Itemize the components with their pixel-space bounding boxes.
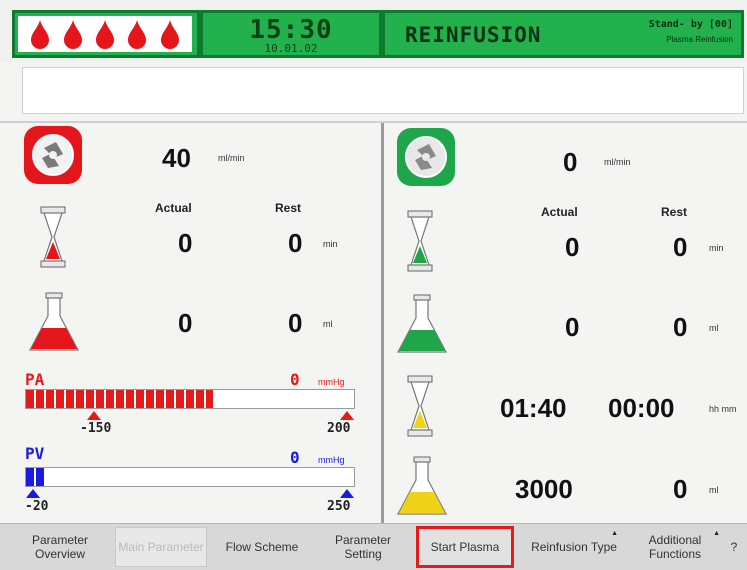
- plasma-time-rest: 0: [673, 232, 688, 262]
- col-actual: Actual: [155, 201, 192, 215]
- clock-panel: 15:30 10.01.02: [200, 10, 382, 58]
- pv-min-marker-icon: [26, 489, 40, 498]
- pa-pressure-bar: [25, 389, 355, 409]
- flask-icon: [397, 294, 447, 353]
- divider: [381, 123, 384, 523]
- bag-volume-actual: 3000: [515, 474, 573, 504]
- plasma-volume-actual: 0: [565, 312, 580, 342]
- blood-drop-icon: [31, 20, 50, 49]
- blood-drop-icon: [160, 20, 179, 49]
- mode-panel: REINFUSION Stand- by [00] Plasma Reinfus…: [382, 10, 744, 58]
- treatment-time-rest: 00:00: [608, 393, 675, 423]
- blood-drop-icon: [128, 20, 147, 49]
- mode-title: REINFUSION: [405, 23, 542, 47]
- clock-time: 15:30: [249, 15, 333, 45]
- pv-max: 250: [327, 499, 351, 514]
- plasma-pump-icon[interactable]: [397, 128, 455, 186]
- plasma-time-unit: min: [709, 243, 724, 253]
- col-actual: Actual: [541, 205, 578, 219]
- treatment-time-unit: hh mm: [709, 404, 737, 414]
- pv-value: 0: [290, 448, 300, 467]
- status-text: Stand- by [00]: [648, 19, 733, 30]
- submenu-arrow-icon: ▲: [611, 530, 618, 537]
- pv-max-marker-icon: [340, 489, 354, 498]
- menu-main-parameter[interactable]: Main Parameter: [115, 527, 207, 567]
- pv-pressure-bar: [25, 467, 355, 487]
- clock-date: 10.01.02: [264, 42, 318, 55]
- plasma-time-actual: 0: [565, 232, 580, 262]
- pv-unit: mmHg: [318, 455, 345, 465]
- blood-time-rest: 0: [288, 228, 303, 258]
- blood-drop-icon: [63, 20, 82, 49]
- plasma-pump-unit: ml/min: [604, 157, 631, 167]
- pa-max: 200: [327, 421, 351, 436]
- pv-min: -20: [25, 499, 49, 514]
- blood-drops: [18, 16, 192, 52]
- status-subtext: Plasma Reinfusion: [666, 35, 733, 44]
- bag-volume-unit: ml: [709, 485, 719, 495]
- pa-min: -150: [80, 421, 112, 436]
- col-rest: Rest: [275, 201, 302, 215]
- menu-additional-functions-label: Additional Functions: [648, 533, 702, 561]
- pv-label: PV: [25, 444, 45, 463]
- pv-bar-fill: [26, 468, 46, 486]
- pa-bar-fill: [26, 390, 213, 408]
- pa-min-marker-icon: [87, 411, 101, 420]
- pa-value: 0: [290, 370, 300, 389]
- submenu-arrow-icon: ▲: [713, 530, 720, 537]
- menu-flow-scheme[interactable]: Flow Scheme: [216, 527, 308, 567]
- blood-pump-icon[interactable]: [24, 126, 82, 184]
- blood-volume-unit: ml: [323, 319, 333, 329]
- flask-icon: [29, 292, 79, 351]
- blood-volume-actual: 0: [178, 308, 193, 338]
- blood-time-unit: min: [323, 239, 338, 249]
- hourglass-icon: [407, 375, 433, 437]
- hourglass-icon: [407, 210, 433, 272]
- treatment-time-actual: 01:40: [500, 393, 567, 423]
- pa-unit: mmHg: [318, 377, 345, 387]
- menu-reinfusion-type-label: Reinfusion Type: [531, 540, 617, 554]
- pa-max-marker-icon: [340, 411, 354, 420]
- help-button[interactable]: ?: [724, 527, 744, 567]
- pa-label: PA: [25, 370, 45, 389]
- blood-drop-icon: [95, 20, 114, 49]
- menu-parameter-overview[interactable]: Parameter Overview: [14, 527, 106, 567]
- plasma-volume-unit: ml: [709, 323, 719, 333]
- menu-additional-functions[interactable]: Additional Functions ▲: [628, 527, 722, 567]
- message-area: [22, 67, 744, 114]
- blood-pump-unit: ml/min: [218, 153, 245, 163]
- plasma-pump-rate: 0: [563, 147, 578, 177]
- col-rest: Rest: [661, 205, 688, 219]
- hourglass-icon: [40, 206, 66, 268]
- blood-pump-rate: 40: [162, 143, 191, 173]
- blood-time-actual: 0: [178, 228, 193, 258]
- menu-reinfusion-type[interactable]: Reinfusion Type ▲: [528, 527, 620, 567]
- menu-parameter-setting[interactable]: Parameter Setting: [317, 527, 409, 567]
- divider: [0, 121, 747, 123]
- plasma-volume-rest: 0: [673, 312, 688, 342]
- bag-volume-rest: 0: [673, 474, 688, 504]
- blood-volume-rest: 0: [288, 308, 303, 338]
- flask-icon: [397, 456, 447, 515]
- menu-start-plasma[interactable]: Start Plasma: [416, 526, 514, 568]
